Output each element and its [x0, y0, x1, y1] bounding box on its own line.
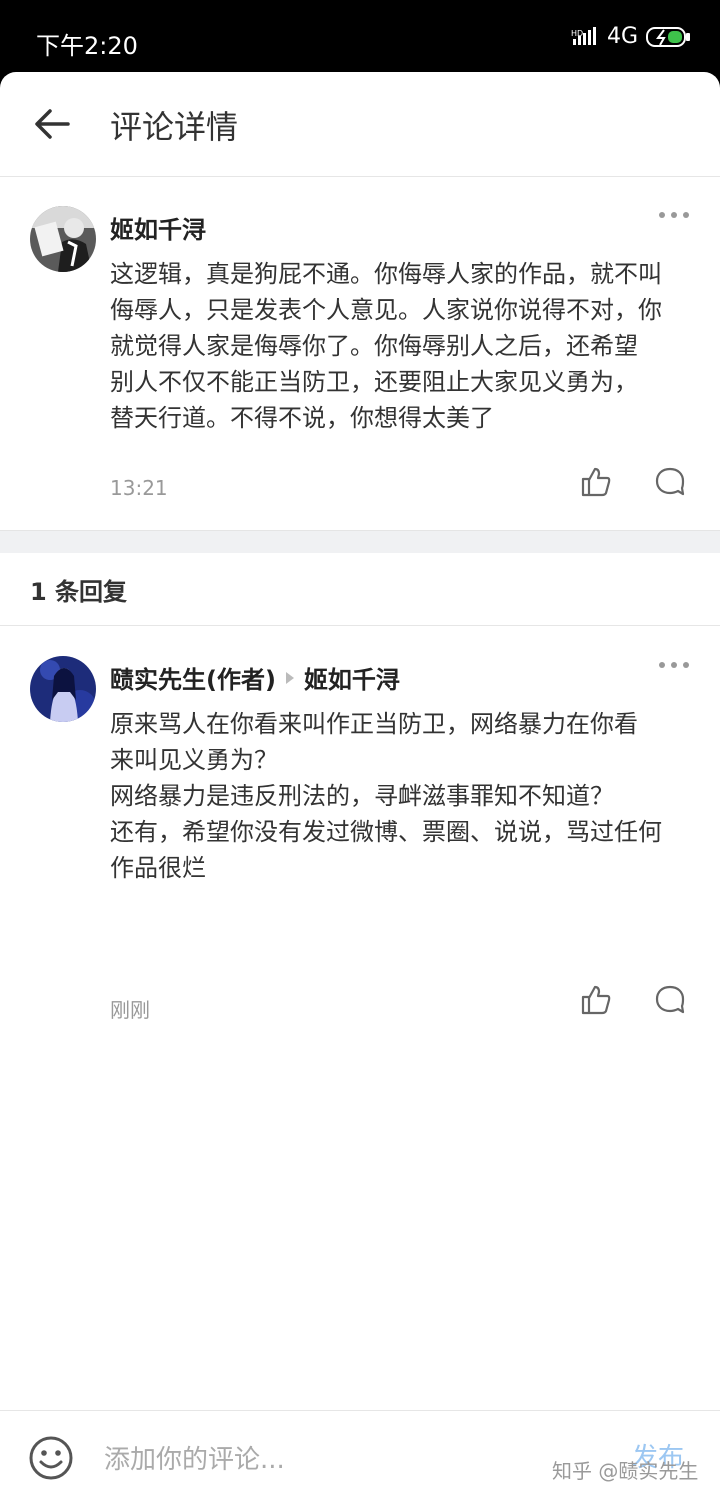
thumbs-up-icon[interactable]	[580, 466, 612, 498]
avatar-photo-man-icon	[30, 206, 96, 272]
reply-to-arrow-icon	[285, 671, 294, 684]
app-screen: 下午2:20 HD 4G 评论详情 姬如千浔 这逻辑，真是狗屁不通。你侮辱人家的…	[0, 0, 720, 1499]
back-arrow-icon[interactable]	[30, 102, 74, 146]
status-icons: HD 4G	[571, 24, 692, 49]
svg-text:HD: HD	[571, 29, 583, 38]
avatar-photo-woman-icon	[30, 656, 96, 722]
network-label: 4G	[606, 24, 638, 49]
comment-input-bar: 添加你的评论... 发布 知乎 @赜实先生	[0, 1410, 720, 1499]
emoji-icon[interactable]	[28, 1435, 74, 1481]
page-header: 评论详情	[0, 72, 720, 177]
comment-detail-sheet: 评论详情 姬如千浔 这逻辑，真是狗屁不通。你侮辱人家的作品，就不叫 侮辱人，只是…	[0, 72, 720, 1499]
thumbs-up-icon[interactable]	[580, 984, 612, 1016]
avatar[interactable]	[30, 656, 96, 722]
reply-to-user[interactable]: 姬如千浔	[304, 660, 400, 695]
reply-author[interactable]: 赜实先生(作者)	[110, 660, 276, 695]
reply-bubble-icon[interactable]	[654, 984, 686, 1016]
reply-author-row: 赜实先生(作者) 姬如千浔	[110, 660, 400, 695]
hd-signal-icon: HD	[571, 26, 596, 45]
main-comment: 姬如千浔 这逻辑，真是狗屁不通。你侮辱人家的作品，就不叫 侮辱人，只是发表个人意…	[0, 176, 720, 530]
avatar[interactable]	[30, 206, 96, 272]
status-bar: 下午2:20 HD 4G	[0, 0, 720, 74]
reply-comment: 赜实先生(作者) 姬如千浔 原来骂人在你看来叫作正当防卫，网络暴力在你看 来叫见…	[0, 626, 720, 1022]
more-options-icon[interactable]	[658, 660, 690, 670]
more-options-icon[interactable]	[658, 210, 690, 220]
comment-time: 13:21	[110, 476, 168, 500]
status-time: 下午2:20	[36, 32, 138, 60]
comment-author[interactable]: 姬如千浔	[110, 210, 206, 245]
battery-icon	[646, 26, 690, 47]
section-divider	[0, 530, 720, 553]
page-title: 评论详情	[110, 108, 239, 146]
replies-count: 1 条回复	[30, 578, 128, 606]
reply-bubble-icon[interactable]	[654, 466, 686, 498]
reply-text: 原来骂人在你看来叫作正当防卫，网络暴力在你看 来叫见义勇为？ 网络暴力是违反刑法…	[110, 710, 662, 882]
reply-time: 刚刚	[110, 998, 150, 1022]
comment-input[interactable]: 添加你的评论...	[104, 1439, 285, 1476]
watermark: 知乎 @赜实先生	[552, 1459, 699, 1483]
comment-text: 这逻辑，真是狗屁不通。你侮辱人家的作品，就不叫 侮辱人，只是发表个人意见。人家说…	[110, 260, 662, 432]
